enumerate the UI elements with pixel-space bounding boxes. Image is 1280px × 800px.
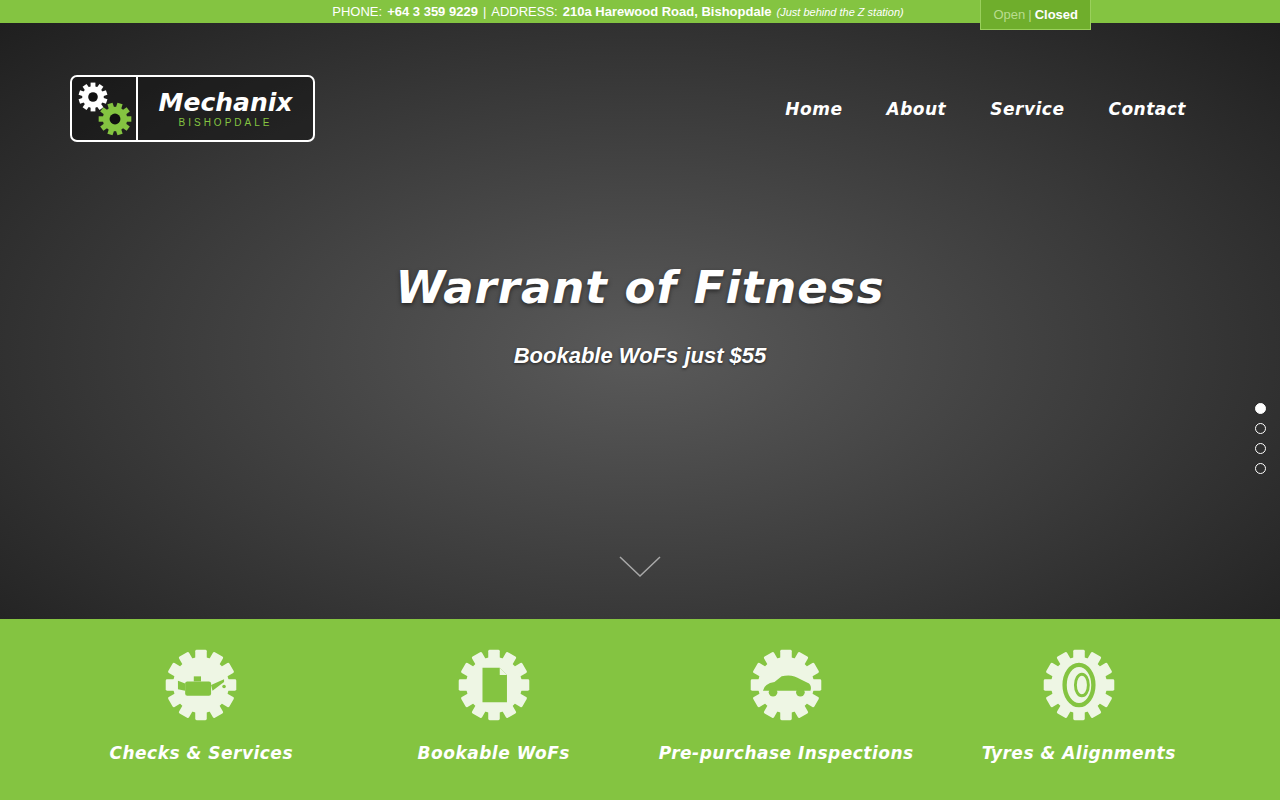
phone[interactable]: +64 3 359 9229	[387, 4, 478, 19]
logo-name: Mechanix	[159, 90, 293, 115]
nav-item[interactable]: Contact	[1108, 99, 1186, 119]
chevron-down-icon[interactable]	[618, 555, 662, 579]
nav-item[interactable]: Service	[990, 99, 1064, 119]
service-label: Checks & Services	[109, 743, 293, 763]
logo-mark	[72, 77, 138, 140]
service-item[interactable]: Tyres & Alignments	[933, 649, 1226, 800]
nav-item[interactable]: Home	[785, 99, 842, 119]
hero-title: Warrant of Fitness	[396, 260, 885, 316]
status-item: Closed	[1035, 7, 1078, 22]
service-item[interactable]: Bookable WoFs	[348, 649, 641, 800]
address: 210a Harewood Road, Bishopdale	[563, 4, 772, 19]
oil-gear-icon	[165, 649, 237, 721]
hero-content: Warrant of Fitness Bookable WoFs just $55	[0, 260, 1280, 371]
hero: Mechanix BISHOPDALE Home About Service Contac…	[0, 23, 1280, 619]
gears-icon	[74, 80, 134, 138]
logo[interactable]: Mechanix BISHOPDALE	[70, 75, 315, 142]
slider-dot[interactable]	[1255, 443, 1266, 454]
status-item: Open	[993, 7, 1025, 22]
slider-dot[interactable]	[1255, 463, 1266, 474]
service-label: Tyres & Alignments	[982, 743, 1176, 763]
document-gear-icon	[458, 649, 530, 721]
status-separator: |	[1028, 7, 1031, 22]
hero-subtitle: Bookable WoFs just $55	[514, 341, 767, 371]
service-item[interactable]: Checks & Services	[55, 649, 348, 800]
slider-dot[interactable]	[1255, 403, 1266, 414]
header: Mechanix BISHOPDALE Home About Service Contac…	[0, 23, 1280, 142]
logo-sub: BISHOPDALE	[179, 118, 273, 128]
service-label: Pre-purchase Inspections	[659, 743, 914, 763]
top-bar: PHONE:+64 3 359 9229|ADDRESS:210a Harewo…	[0, 0, 1280, 23]
contact-info: PHONE:+64 3 359 9229|ADDRESS:210a Harewo…	[332, 4, 903, 19]
slider-dot[interactable]	[1255, 423, 1266, 434]
page: PHONE:+64 3 359 9229|ADDRESS:210a Harewo…	[0, 0, 1280, 800]
tyre-gear-icon	[1043, 649, 1115, 721]
slider-dots	[1255, 403, 1266, 474]
services: Checks & Services Bookable WoFs Pre-purcha…	[0, 619, 1280, 800]
service-item[interactable]: Pre-purchase Inspections	[640, 649, 933, 800]
service-label: Bookable WoFs	[418, 743, 570, 763]
nav-item[interactable]: About	[887, 99, 947, 119]
open-status: Open| Closed	[980, 0, 1091, 30]
car-gear-icon	[750, 649, 822, 721]
nav: Home About Service Contact	[785, 99, 1186, 119]
